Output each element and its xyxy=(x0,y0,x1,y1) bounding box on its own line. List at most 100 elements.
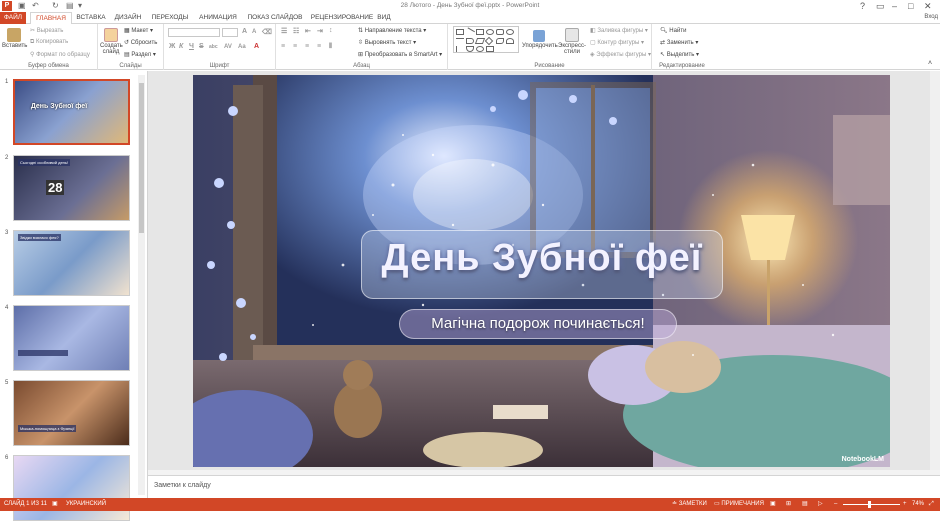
thumbnail-slide-5[interactable]: Мышка-помощница з Франції xyxy=(13,380,130,446)
maximize-icon[interactable]: □ xyxy=(908,0,913,12)
increase-indent-icon[interactable]: ⇥ xyxy=(317,27,323,35)
thumbnails-scrollbar[interactable] xyxy=(138,75,145,495)
fit-slide-icon[interactable]: ⤢ xyxy=(929,498,934,511)
spellcheck-icon[interactable]: ▣ xyxy=(52,498,58,511)
diamond-shape-icon[interactable] xyxy=(484,36,494,46)
zoom-out-icon[interactable]: – xyxy=(834,498,837,511)
thumbnail-slide-6[interactable] xyxy=(13,455,130,521)
tab-transitions[interactable]: ПЕРЕХОДЫ xyxy=(148,12,192,24)
format-painter-button[interactable]: ⚲ Формат по образцу xyxy=(30,51,90,58)
copy-button[interactable]: ⧉ Копировать xyxy=(30,39,68,46)
collapse-ribbon-icon[interactable]: ˄ xyxy=(928,60,932,67)
shapes-gallery[interactable] xyxy=(453,26,519,53)
align-right-icon[interactable]: ≡ xyxy=(305,43,309,50)
callout-shape-icon[interactable] xyxy=(466,46,474,52)
justify-icon[interactable]: ≡ xyxy=(317,43,321,50)
textbox-shape-icon[interactable] xyxy=(476,29,484,35)
tab-file[interactable]: ФАЙЛ xyxy=(0,12,26,24)
notes-pane[interactable]: Заметки к слайду xyxy=(148,475,940,498)
line-shape-icon[interactable] xyxy=(465,27,475,37)
flowchart-shape-icon[interactable] xyxy=(496,38,504,44)
strikethrough-button[interactable]: S xyxy=(199,43,204,50)
ribbon-display-icon[interactable]: ▭ xyxy=(876,0,885,12)
language-indicator[interactable]: УКРАИНСКИЙ xyxy=(66,498,106,511)
rounded-rect-shape-icon[interactable] xyxy=(496,29,504,35)
brace-shape-icon[interactable] xyxy=(476,46,484,52)
shrink-font-button[interactable]: A xyxy=(252,29,256,35)
minimize-icon[interactable]: – xyxy=(892,0,897,12)
tab-review[interactable]: РЕЦЕНЗИРОВАНИЕ xyxy=(310,12,374,24)
reading-view-icon[interactable]: ▤ xyxy=(802,498,808,511)
bracket-shape-icon[interactable] xyxy=(456,46,464,52)
section-button[interactable]: ▤ Раздел ▾ xyxy=(124,51,156,58)
align-center-icon[interactable]: ≡ xyxy=(293,43,297,50)
font-color-button[interactable]: A xyxy=(254,43,259,50)
find-button[interactable]: 🔍︎ Найти xyxy=(660,27,686,34)
tab-animation[interactable]: АНИМАЦИЯ xyxy=(196,12,240,24)
paste-button[interactable]: Вставить xyxy=(2,28,27,49)
select-button[interactable]: ↖ Выделить ▾ xyxy=(660,51,699,58)
thumbnail-slide-3[interactable]: Звідки взялася фея? xyxy=(13,230,130,296)
columns-icon[interactable]: ⫴ xyxy=(329,43,332,51)
tab-slideshow[interactable]: ПОКАЗ СЛАЙДОВ xyxy=(244,12,306,24)
slideshow-view-icon[interactable]: ▷ xyxy=(818,498,823,511)
zoom-level[interactable]: 74% xyxy=(912,498,924,511)
shape-fill-button[interactable]: ◧ Заливка фигуры ▾ xyxy=(590,27,648,34)
bold-button[interactable]: Ж xyxy=(169,43,175,50)
slide-scrollbar[interactable] xyxy=(930,71,940,470)
rectangle-shape-icon[interactable] xyxy=(456,29,464,35)
star-shape-icon[interactable] xyxy=(486,46,494,52)
oval-shape-icon[interactable] xyxy=(486,29,494,35)
normal-view-icon[interactable]: ▣ xyxy=(770,498,776,511)
quick-styles-button[interactable]: Экспресс-стили xyxy=(558,28,586,55)
thumbnail-slide-4[interactable] xyxy=(13,305,130,371)
clear-format-icon[interactable]: ⌫ xyxy=(262,28,272,36)
change-case-button[interactable]: Aa xyxy=(238,44,246,50)
signin-link[interactable]: Вход xyxy=(924,14,938,20)
line-spacing-icon[interactable]: ↕ xyxy=(329,27,333,34)
reset-button[interactable]: ↺ Сбросить xyxy=(124,39,157,46)
circle-shape-icon[interactable] xyxy=(506,29,514,35)
zoom-slider-knob[interactable] xyxy=(868,501,871,508)
shape-effects-button[interactable]: ◈ Эффекты фигуры ▾ xyxy=(590,51,651,58)
parallelogram-shape-icon[interactable] xyxy=(474,38,486,44)
tab-view[interactable]: ВИД xyxy=(376,12,392,24)
shape-outline-button[interactable]: ▢ Контур фигуры ▾ xyxy=(590,39,644,46)
shadow-button[interactable]: abc xyxy=(209,44,218,50)
thumbnail-slide-1[interactable]: День Зубної феї xyxy=(13,79,130,145)
smartart-button[interactable]: ⊞ Преобразовать в SmartArt ▾ xyxy=(358,51,442,58)
zoom-in-icon[interactable]: + xyxy=(903,498,907,511)
slide-title[interactable]: День Зубної феї xyxy=(361,237,723,280)
arc-shape-icon[interactable] xyxy=(506,38,514,44)
font-name-input[interactable] xyxy=(168,28,220,37)
slide-subtitle[interactable]: Магічна подорож починається! xyxy=(399,315,677,332)
slide-canvas[interactable]: День Зубної феї Магічна подорож починаєт… xyxy=(193,75,890,467)
close-icon[interactable]: ✕ xyxy=(924,0,932,12)
arrange-button[interactable]: Упорядочить xyxy=(522,30,558,49)
decrease-indent-icon[interactable]: ⇤ xyxy=(305,27,311,35)
zoom-slider[interactable] xyxy=(843,504,900,505)
comments-toggle-button[interactable]: ▭ ПРИМЕЧАНИЯ xyxy=(714,498,764,511)
new-slide-button[interactable]: Создать слайд xyxy=(100,28,123,55)
pentagon-shape-icon[interactable] xyxy=(466,38,474,44)
layout-button[interactable]: ▦ Макет ▾ xyxy=(124,27,153,34)
align-text-button[interactable]: ⇳ Выровнять текст ▾ xyxy=(358,39,416,46)
grow-font-button[interactable]: A xyxy=(242,28,247,35)
scrollbar-thumb[interactable] xyxy=(139,83,144,233)
arrow-shape-icon[interactable] xyxy=(456,38,464,44)
notes-toggle-button[interactable]: ≐ ЗАМЕТКИ xyxy=(672,498,707,511)
char-spacing-icon[interactable]: AV xyxy=(224,44,232,50)
thumbnail-slide-2[interactable]: Сьогодні особливий день! 28 xyxy=(13,155,130,221)
underline-button[interactable]: Ч xyxy=(189,43,194,50)
slide-sorter-icon[interactable]: ⊞ xyxy=(786,498,791,511)
replace-button[interactable]: ⇄ Заменить ▾ xyxy=(660,39,698,46)
font-size-input[interactable] xyxy=(222,28,238,37)
italic-button[interactable]: К xyxy=(179,43,183,50)
text-direction-button[interactable]: ⇅ Направление текста ▾ xyxy=(358,27,426,34)
tab-design[interactable]: ДИЗАЙН xyxy=(112,12,144,24)
cut-button[interactable]: ✂ Вырезать xyxy=(30,27,63,34)
tab-insert[interactable]: ВСТАВКА xyxy=(74,12,108,24)
help-icon[interactable]: ? xyxy=(860,0,865,12)
bullets-icon[interactable]: ☰ xyxy=(281,27,287,35)
numbering-icon[interactable]: ☷ xyxy=(293,27,299,35)
